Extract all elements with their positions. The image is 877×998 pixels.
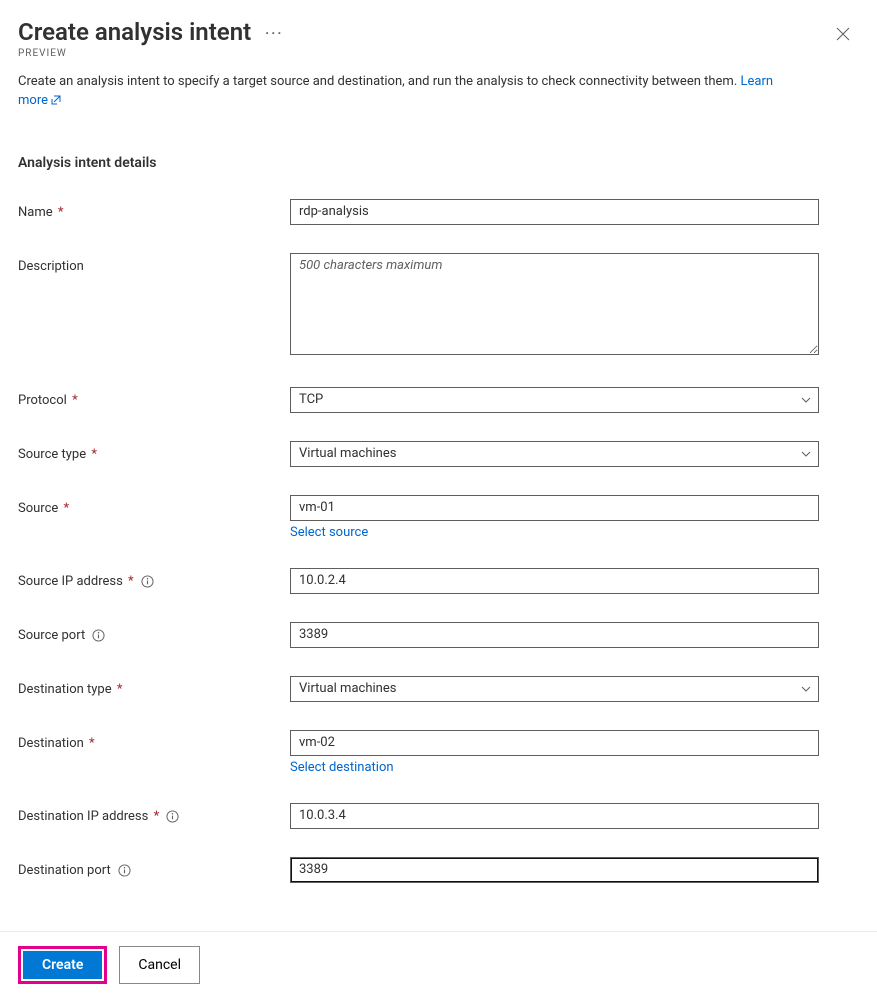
protocol-value: TCP [299,392,323,407]
dest-ip-input[interactable] [290,803,819,829]
dest-type-select[interactable]: Virtual machines [290,676,819,702]
close-icon [836,27,850,41]
info-icon[interactable] [141,575,154,588]
source-ip-label: Source IP address [18,574,123,589]
intro-text: Create an analysis intent to specify a t… [18,73,798,111]
required-indicator: * [91,447,97,462]
external-link-icon [50,94,62,106]
page-title-text: Create analysis intent [18,18,251,46]
name-input[interactable] [290,199,819,225]
required-indicator: * [64,501,70,516]
source-port-input[interactable] [290,622,819,648]
source-input[interactable] [290,495,819,521]
preview-badge: PREVIEW [18,48,827,59]
section-heading-details: Analysis intent details [18,155,859,171]
required-indicator: * [89,736,95,751]
source-type-select[interactable]: Virtual machines [290,441,819,467]
dest-type-value: Virtual machines [299,681,396,696]
destination-label: Destination [18,736,84,751]
required-indicator: * [58,205,64,220]
source-label: Source [18,501,58,516]
required-indicator: * [72,393,78,408]
source-ip-input[interactable] [290,568,819,594]
protocol-select[interactable]: TCP [290,387,819,413]
chevron-down-icon [800,448,812,460]
dest-port-label: Destination port [18,863,111,878]
create-button-highlight: Create [18,946,107,984]
intro-body: Create an analysis intent to specify a t… [18,74,737,89]
cancel-button[interactable]: Cancel [119,946,200,984]
dest-ip-label: Destination IP address [18,809,148,824]
page-title: Create analysis intent ··· [18,18,827,46]
close-button[interactable] [827,18,859,50]
info-icon[interactable] [118,864,131,877]
name-label: Name [18,205,53,220]
destination-input[interactable] [290,730,819,756]
more-icon[interactable]: ··· [265,26,283,42]
source-type-value: Virtual machines [299,446,396,461]
chevron-down-icon [800,683,812,695]
required-indicator: * [154,809,160,824]
source-type-label: Source type [18,447,86,462]
select-destination-link[interactable]: Select destination [290,760,394,775]
create-button[interactable]: Create [23,951,102,979]
select-source-link[interactable]: Select source [290,525,368,540]
dest-port-input[interactable] [290,857,819,883]
dest-type-label: Destination type [18,682,112,697]
protocol-label: Protocol [18,393,67,408]
info-icon[interactable] [92,629,105,642]
description-input[interactable] [290,253,819,355]
description-label: Description [18,259,84,274]
required-indicator: * [128,574,134,589]
chevron-down-icon [800,394,812,406]
info-icon[interactable] [166,810,179,823]
source-port-label: Source port [18,628,85,643]
required-indicator: * [117,682,123,697]
